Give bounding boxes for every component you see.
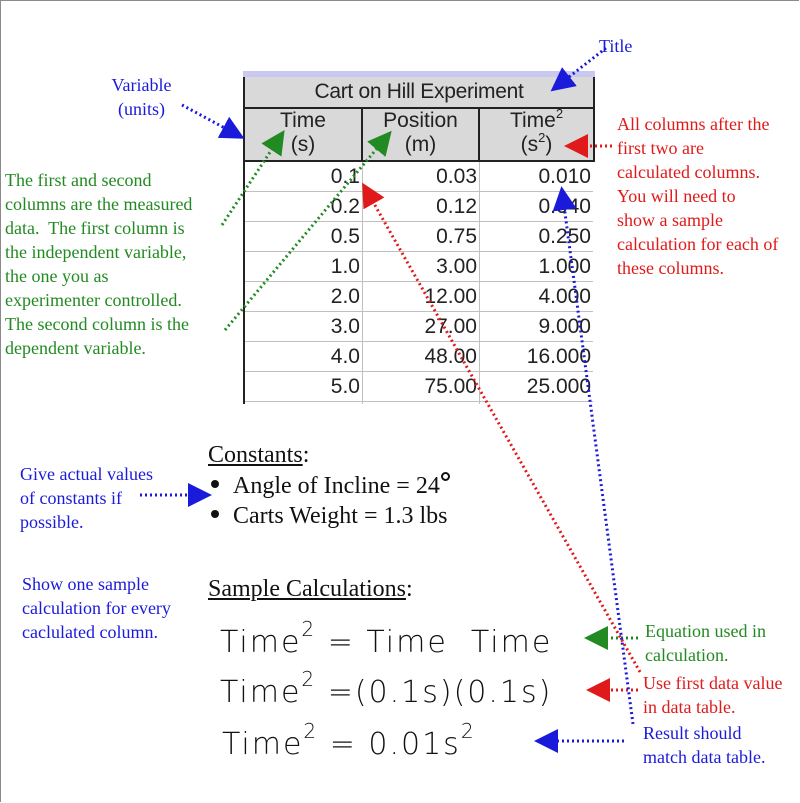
column-header-name: Position: [383, 109, 458, 132]
annotation-equation: Equation used in calculation.: [645, 621, 766, 665]
table-cell: 16.000: [480, 342, 593, 372]
table-cell: 0.2: [245, 192, 362, 222]
table-cell: 0.5: [245, 222, 362, 252]
column-header-name: Time: [280, 109, 326, 132]
sample-calculations-heading: Sample Calculations:: [208, 576, 413, 602]
table-cell: 0.040: [480, 192, 593, 222]
table-cell: 1.0: [245, 252, 362, 282]
calculation-line-substitution: Time2 =(0.1s)(0.1s): [220, 667, 553, 710]
table-title: Cart on Hill Experiment: [245, 77, 593, 109]
table-cell: 4.000: [480, 282, 593, 312]
bullet-icon: [211, 480, 219, 488]
table-cell: 0.12: [363, 192, 479, 222]
annotation-sample-calculation: Show one sample calculation for every ca…: [22, 574, 171, 642]
table-cell: 4.0: [245, 342, 362, 372]
table-cell: 12.00: [363, 282, 479, 312]
annotation-first-value: Use first data value in data table.: [643, 673, 783, 717]
calculation-line-result: Time2 = 0.01s2: [222, 719, 476, 762]
column-header-unit: (m): [404, 133, 437, 156]
table-cell: 0.03: [363, 162, 479, 192]
table-cell: 3.0: [245, 312, 362, 342]
table-cell: 0.1: [245, 162, 362, 192]
annotation-result: Result should match data table.: [643, 723, 766, 767]
constants-heading: Constants:: [208, 442, 310, 468]
bullet-icon: [211, 510, 219, 518]
table-cell: 0.75: [363, 222, 479, 252]
table-cell: 0.010: [480, 162, 593, 192]
table-cell: 9.000: [480, 312, 593, 342]
annotation-variable-units: Variable (units): [111, 75, 172, 119]
table-cell: 27.00: [363, 312, 479, 342]
table-cell: 48.00: [363, 342, 479, 372]
column-header-time-squared: Time2 (s2): [480, 106, 593, 160]
table-cell: 5.0: [245, 372, 362, 402]
annotation-constants: Give actual values of constants if possi…: [20, 464, 153, 532]
table-right-border: [593, 77, 595, 162]
table-cell: 2.0: [245, 282, 362, 312]
column-header-unit: (s2): [520, 130, 553, 156]
column-header-position: Position (m): [363, 109, 478, 160]
column-header-name: Time2: [509, 106, 564, 132]
column-header-unit: (s): [290, 133, 316, 156]
table-cell: 3.00: [363, 252, 479, 282]
table-cell: 75.00: [363, 372, 479, 402]
annotation-calculated-columns: All columns after the first two are calc…: [617, 114, 779, 278]
calculation-line-equation: Time2 = Time Time: [220, 617, 553, 660]
annotation-measured-columns: The first and second columns are the mea…: [5, 170, 193, 358]
column-header-time: Time (s): [245, 109, 361, 160]
annotation-title: Title: [599, 36, 633, 56]
table-cell: 25.000: [480, 372, 593, 402]
table-cell: 0.250: [480, 222, 593, 252]
constant-angle: Angle of Incline = 24: [211, 472, 450, 500]
constant-weight: Carts Weight = 1.3 lbs: [211, 503, 448, 530]
table-cell: 1.000: [480, 252, 593, 282]
degree-icon: [440, 472, 450, 481]
